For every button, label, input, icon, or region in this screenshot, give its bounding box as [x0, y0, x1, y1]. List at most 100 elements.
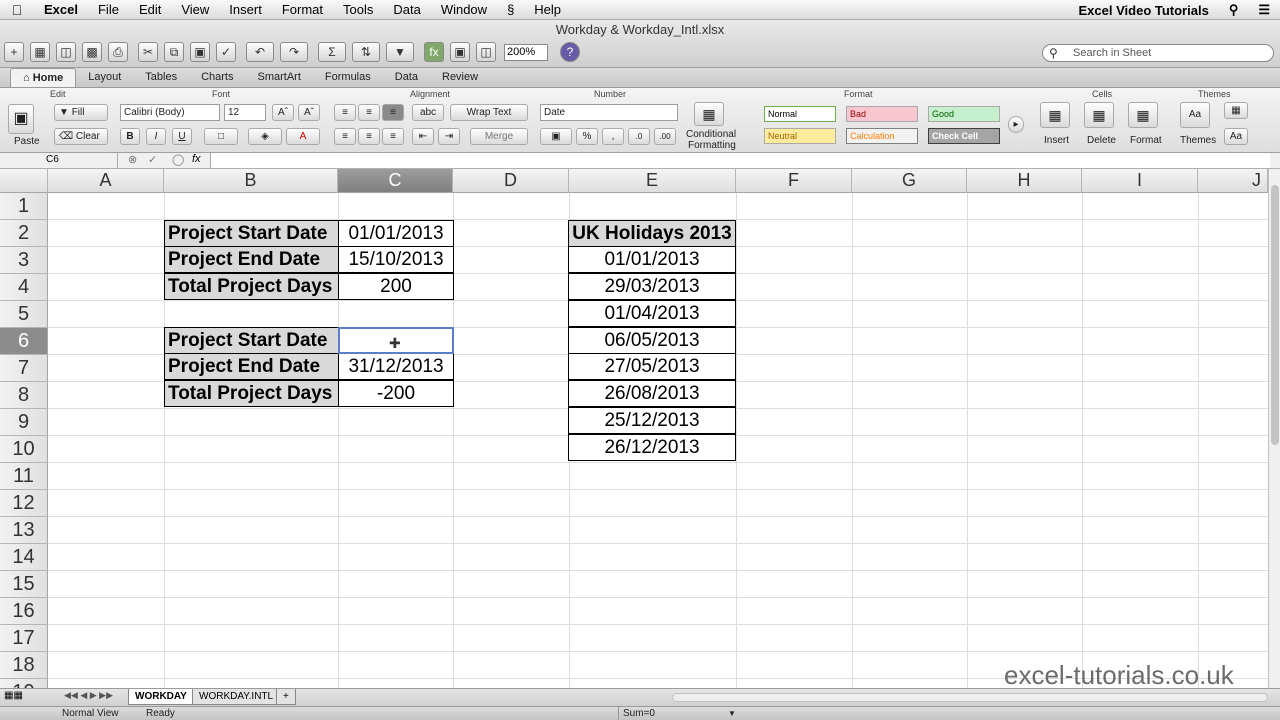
- add-sheet-button[interactable]: +: [276, 689, 296, 705]
- row-header-8[interactable]: 8: [0, 382, 48, 409]
- cell-b6-label[interactable]: Project Start Date: [164, 327, 339, 354]
- font-name-select[interactable]: Calibri (Body): [120, 104, 220, 121]
- holiday-date[interactable]: 26/12/2013: [568, 434, 736, 461]
- normal-view-icon[interactable]: ▦▦: [4, 690, 23, 701]
- cell-c7-value[interactable]: 31/12/2013: [338, 353, 454, 380]
- align-right-button[interactable]: ≡: [382, 128, 404, 145]
- zoom-select[interactable]: 200%: [504, 44, 548, 61]
- menu-file[interactable]: File: [88, 2, 129, 17]
- script-icon[interactable]: §: [497, 2, 524, 17]
- currency-button[interactable]: ▣: [540, 128, 572, 145]
- bold-button[interactable]: B: [120, 128, 140, 145]
- tab-charts[interactable]: Charts: [189, 68, 245, 87]
- vertical-scrollbar[interactable]: [1268, 169, 1280, 688]
- row-header-19[interactable]: 19: [0, 679, 48, 688]
- style-check-cell[interactable]: Check Cell: [928, 128, 1000, 144]
- new-icon[interactable]: +: [4, 42, 24, 62]
- menu-window[interactable]: Window: [431, 2, 497, 17]
- formula-input[interactable]: [210, 153, 1270, 168]
- holiday-date[interactable]: 27/05/2013: [568, 353, 736, 380]
- row-header-2[interactable]: 2: [0, 220, 48, 247]
- cell-b4-label[interactable]: Total Project Days: [164, 273, 339, 300]
- gallery-icon[interactable]: ▣: [450, 42, 470, 62]
- align-center-button[interactable]: ≡: [358, 128, 380, 145]
- merge-button[interactable]: Merge: [470, 128, 528, 145]
- menu-insert[interactable]: Insert: [219, 2, 272, 17]
- tab-layout[interactable]: Layout: [76, 68, 133, 87]
- search-input[interactable]: ⚲ Search in Sheet: [1042, 44, 1274, 62]
- column-header-h[interactable]: H: [967, 169, 1082, 193]
- status-sum[interactable]: Sum=0: [618, 707, 738, 720]
- column-header-j[interactable]: J: [1198, 169, 1268, 193]
- conditional-formatting-icon[interactable]: ▦: [694, 102, 724, 126]
- row-header-14[interactable]: 14: [0, 544, 48, 571]
- row-header-3[interactable]: 3: [0, 247, 48, 274]
- style-neutral[interactable]: Neutral: [764, 128, 836, 144]
- decrease-indent-button[interactable]: ⇤: [412, 128, 434, 145]
- row-header-4[interactable]: 4: [0, 274, 48, 301]
- cancel-icon[interactable]: ⊗: [128, 153, 137, 166]
- insert-cells-icon[interactable]: ▦: [1040, 102, 1070, 128]
- style-calculation[interactable]: Calculation: [846, 128, 918, 144]
- row-header-11[interactable]: 11: [0, 463, 48, 490]
- column-header-e[interactable]: E: [569, 169, 736, 193]
- holidays-header[interactable]: UK Holidays 2013: [568, 220, 736, 247]
- menu-app-name[interactable]: Excel: [34, 2, 88, 17]
- comma-button[interactable]: ,: [602, 128, 624, 145]
- theme-fonts-icon[interactable]: Aa: [1224, 128, 1248, 145]
- chevron-down-icon[interactable]: ▼: [728, 707, 736, 720]
- menu-format[interactable]: Format: [272, 2, 333, 17]
- sort-icon[interactable]: ⇅: [352, 42, 380, 62]
- row-header-16[interactable]: 16: [0, 598, 48, 625]
- borders-button[interactable]: □: [204, 128, 238, 145]
- cell-c4-value[interactable]: 200: [338, 273, 454, 300]
- vertical-scroll-thumb[interactable]: [1271, 185, 1279, 445]
- style-bad[interactable]: Bad: [846, 106, 918, 122]
- row-header-1[interactable]: 1: [0, 193, 48, 220]
- column-header-g[interactable]: G: [852, 169, 967, 193]
- column-header-c[interactable]: C: [338, 169, 453, 193]
- align-left-button[interactable]: ≡: [334, 128, 356, 145]
- shrink-font-button[interactable]: Aˇ: [298, 104, 320, 121]
- save-icon[interactable]: ▩: [82, 42, 102, 62]
- menu-data[interactable]: Data: [383, 2, 430, 17]
- row-header-17[interactable]: 17: [0, 625, 48, 652]
- cell-b8-label[interactable]: Total Project Days: [164, 380, 339, 407]
- fill-color-button[interactable]: ◈: [248, 128, 282, 145]
- underline-button[interactable]: U: [172, 128, 192, 145]
- italic-button[interactable]: I: [146, 128, 166, 145]
- grow-font-button[interactable]: Aˆ: [272, 104, 294, 121]
- holiday-date[interactable]: 29/03/2013: [568, 273, 736, 300]
- tab-smartart[interactable]: SmartArt: [246, 68, 313, 87]
- menu-help[interactable]: Help: [524, 2, 571, 17]
- print-icon[interactable]: ⎙: [108, 42, 128, 62]
- tab-home[interactable]: ⌂ Home: [10, 68, 77, 87]
- holiday-date[interactable]: 06/05/2013: [568, 327, 736, 354]
- font-size-select[interactable]: 12: [224, 104, 266, 121]
- select-all-corner[interactable]: [0, 169, 48, 193]
- style-good[interactable]: Good: [928, 106, 1000, 122]
- holiday-date[interactable]: 01/01/2013: [568, 246, 736, 273]
- filter-icon[interactable]: ▼: [386, 42, 414, 62]
- cell-b2-label[interactable]: Project Start Date: [164, 220, 339, 247]
- align-middle-button[interactable]: ≡: [358, 104, 380, 121]
- holiday-date[interactable]: 26/08/2013: [568, 380, 736, 407]
- align-top-button[interactable]: ≡: [334, 104, 356, 121]
- sheet-nav-arrows-icon[interactable]: ◀◀ ◀ ▶ ▶▶: [64, 690, 113, 701]
- format-cells-icon[interactable]: ▦: [1128, 102, 1158, 128]
- percent-button[interactable]: %: [576, 128, 598, 145]
- apple-icon[interactable]: : [0, 2, 34, 18]
- column-header-a[interactable]: A: [48, 169, 164, 193]
- row-header-13[interactable]: 13: [0, 517, 48, 544]
- themes-icon[interactable]: Aa: [1180, 102, 1210, 128]
- row-header-9[interactable]: 9: [0, 409, 48, 436]
- tab-data[interactable]: Data: [383, 68, 430, 87]
- cell-c2-value[interactable]: 01/01/2013: [338, 220, 454, 247]
- sheet-tab-workday-intl[interactable]: WORKDAY.INTL: [192, 689, 281, 705]
- column-header-b[interactable]: B: [164, 169, 338, 193]
- tab-review[interactable]: Review: [430, 68, 490, 87]
- number-format-select[interactable]: Date: [540, 104, 678, 121]
- cut-icon[interactable]: ✂: [138, 42, 158, 62]
- fill-button[interactable]: ▼ Fill: [54, 104, 108, 121]
- cell-b3-label[interactable]: Project End Date: [164, 246, 339, 273]
